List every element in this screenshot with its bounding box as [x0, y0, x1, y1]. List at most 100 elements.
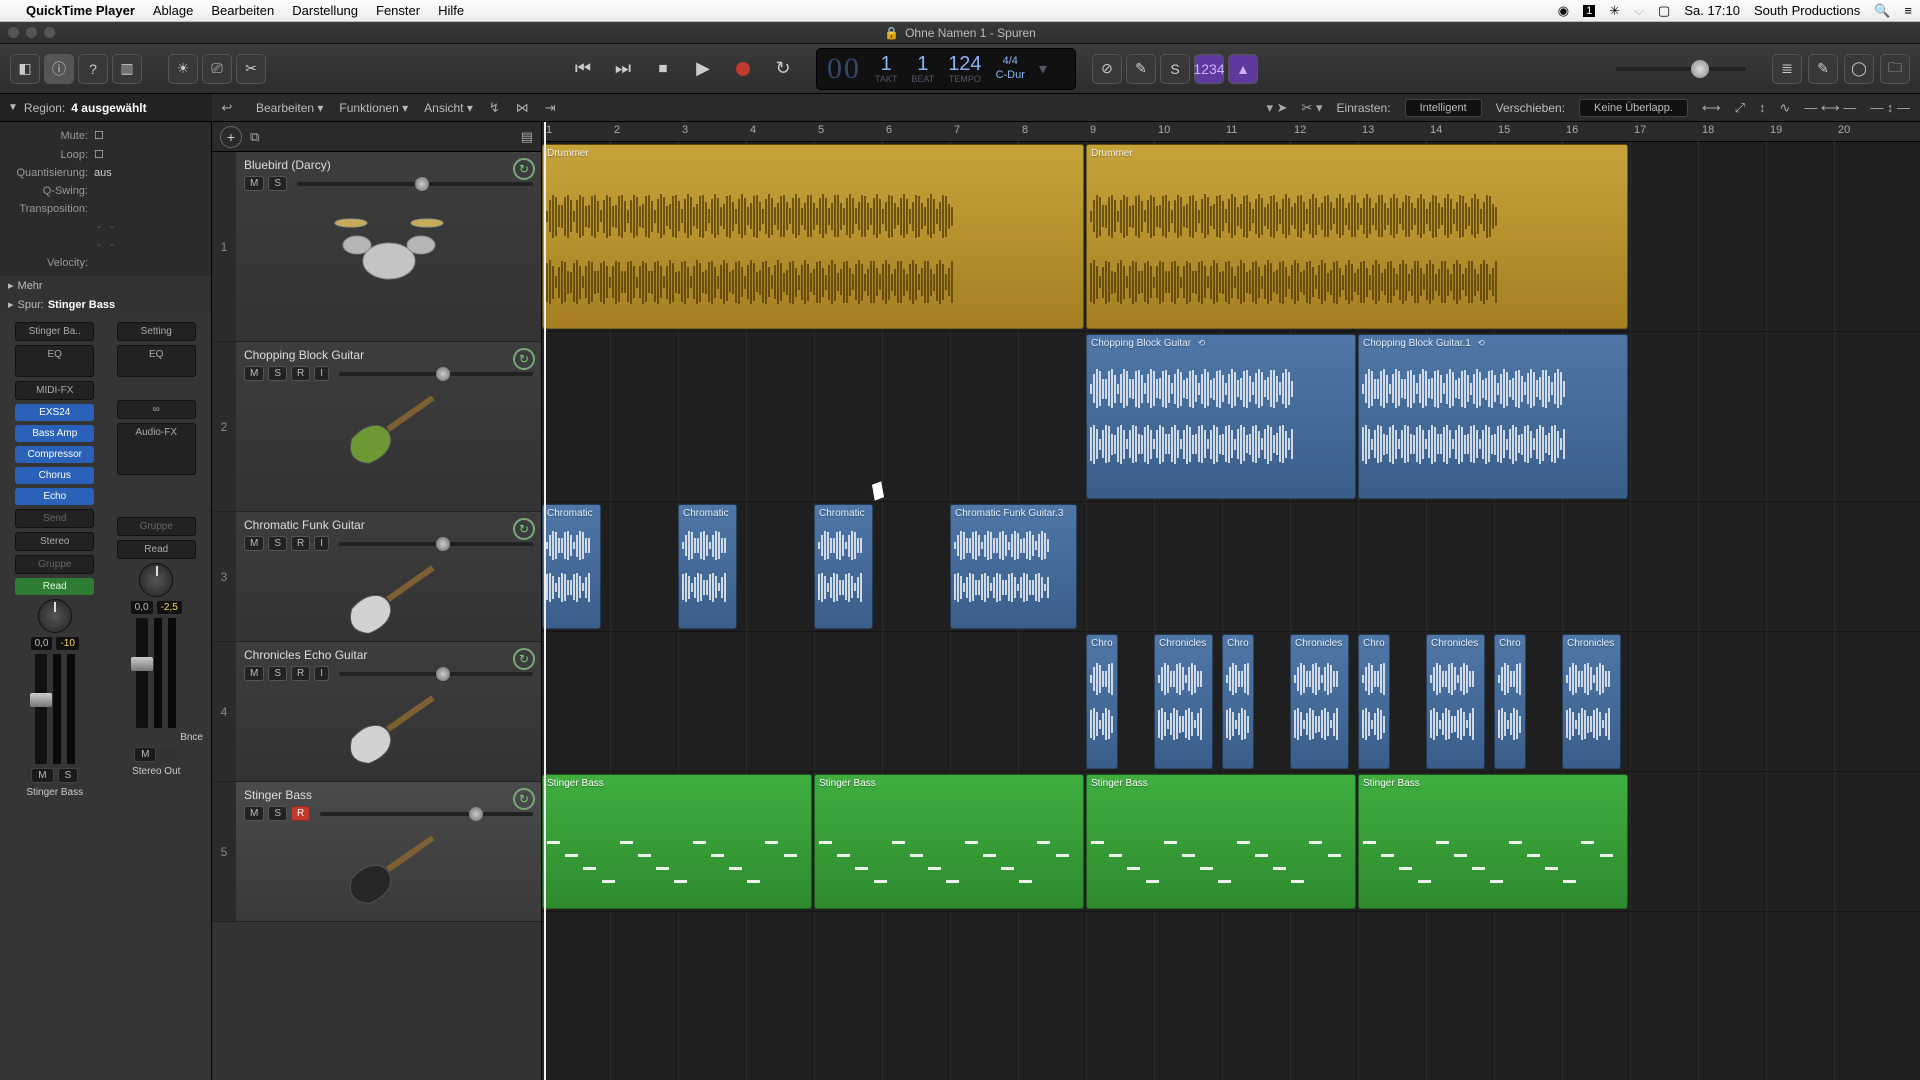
stop-button[interactable]: ⏹ [644, 53, 682, 85]
region[interactable]: Stinger Bass [542, 774, 812, 909]
arrange-lane[interactable]: Chopping Block Guitar ⟲Chopping Block Gu… [542, 332, 1920, 502]
clock[interactable]: Sa. 17:10 [1684, 3, 1740, 18]
tracks-menu-edit[interactable]: Bearbeiten ▾ [256, 101, 323, 115]
app-name[interactable]: QuickTime Player [26, 3, 135, 18]
rewind-button[interactable]: ⏮ [564, 53, 602, 85]
status-box-icon[interactable]: 1 [1583, 5, 1595, 17]
region[interactable]: Stinger Bass [1086, 774, 1356, 909]
strip-link[interactable]: ∞ [117, 400, 196, 419]
global-tracks-icon[interactable]: ▤ [521, 129, 533, 145]
track-i-button[interactable]: I [314, 366, 329, 381]
zoom-fit-icon[interactable]: ⤢ [1735, 100, 1745, 116]
drag-select[interactable]: Keine Überlapp. [1579, 99, 1688, 117]
track-volume-slider[interactable] [320, 812, 533, 816]
zoom-h-icon[interactable]: ⟷ [1702, 100, 1721, 116]
strip-io[interactable]: Stereo [15, 532, 94, 551]
menu-help[interactable]: Hilfe [438, 3, 464, 18]
h-zoom-slider-icon[interactable]: — ⟷ — [1804, 100, 1856, 116]
track-header[interactable]: 2Chopping Block GuitarMSRI↻ [212, 342, 541, 512]
mute-checkbox[interactable]: ☐ [88, 129, 203, 142]
flex-icon[interactable]: ⋈ [516, 100, 529, 116]
region[interactable]: Chromatic [678, 504, 737, 629]
track-s-button[interactable]: S [268, 366, 287, 381]
snap-select[interactable]: Intelligent [1405, 99, 1482, 117]
region[interactable]: Drummer [542, 144, 1084, 329]
track-r-button[interactable]: R [291, 536, 310, 551]
track-name[interactable]: Stinger Bass [244, 788, 533, 802]
strip-group[interactable]: Gruppe [117, 517, 196, 536]
track-s-button[interactable]: S [268, 666, 287, 681]
lcd-display[interactable]: 00 1TAKT 1BEAT 124TEMPO 4/4C-Dur ▾ [816, 48, 1076, 90]
region[interactable]: Chromatic [814, 504, 873, 629]
track-volume-slider[interactable] [339, 672, 533, 676]
spotlight-icon[interactable]: 🔍 [1874, 3, 1890, 19]
strip-fx-3[interactable]: Echo [15, 488, 94, 505]
track-r-button[interactable]: R [291, 806, 310, 821]
arrange-area[interactable]: 1234567891011121314151617181920 DrummerD… [542, 122, 1920, 1080]
region[interactable]: Chronicles [1426, 634, 1485, 769]
region[interactable]: Stinger Bass [1358, 774, 1628, 909]
region[interactable]: Stinger Bass [814, 774, 1084, 909]
strip-send[interactable]: Send [15, 509, 94, 528]
region[interactable]: Chro [1358, 634, 1390, 769]
track-s-button[interactable]: S [268, 536, 287, 551]
volume-fader[interactable] [136, 618, 148, 728]
automation-icon[interactable]: ↯ [489, 100, 500, 116]
track-name[interactable]: Chronicles Echo Guitar [244, 648, 533, 662]
quantize-select[interactable]: aus [88, 167, 203, 179]
inspector-track[interactable]: ▸Spur:Stinger Bass [0, 295, 211, 314]
track-m-button[interactable]: M [244, 806, 264, 821]
pan-knob[interactable] [38, 599, 72, 633]
region-inspector-header[interactable]: ▼ Region: 4 ausgewählt [0, 94, 212, 121]
pointer-tool-icon[interactable]: ▾ ➤ [1266, 100, 1287, 116]
track-i-button[interactable]: I [314, 666, 329, 681]
track-i-button[interactable]: I [314, 536, 329, 551]
menu-view[interactable]: Darstellung [292, 3, 358, 18]
strip-setting[interactable]: Stinger Ba.. [15, 322, 94, 341]
list-editors-button[interactable]: ≣ [1772, 54, 1802, 84]
arrange-lane[interactable]: DrummerDrummer [542, 142, 1920, 332]
master-volume-slider[interactable] [1616, 67, 1746, 71]
airplay-icon[interactable]: ▢ [1658, 3, 1670, 19]
track-s-button[interactable]: S [268, 176, 287, 191]
menu-file[interactable]: Ablage [153, 3, 193, 18]
track-loop-knob[interactable]: ↻ [513, 788, 535, 810]
disclosure-triangle-icon[interactable]: ▼ [8, 102, 18, 113]
track-header[interactable]: 5Stinger BassMSR↻ [212, 782, 541, 922]
notes-button[interactable]: ✎ [1808, 54, 1838, 84]
strip-fx-0[interactable]: Bass Amp [15, 425, 94, 442]
region[interactable]: Chromatic [542, 504, 601, 629]
forward-button[interactable]: ⏭ [604, 53, 642, 85]
track-header[interactable]: 3Chromatic Funk GuitarMSRI↻ [212, 512, 541, 642]
strip-automation[interactable]: Read [117, 540, 196, 559]
zoom-v-icon[interactable]: ↕ [1759, 100, 1766, 115]
region[interactable]: Chronicles [1290, 634, 1349, 769]
track-volume-slider[interactable] [339, 542, 533, 546]
loop-checkbox[interactable]: ☐ [88, 148, 203, 161]
replace-button[interactable]: ⊘ [1092, 54, 1122, 84]
metronome-button[interactable]: ▲ [1228, 54, 1258, 84]
v-zoom-slider-icon[interactable]: — ↕ — [1870, 100, 1910, 115]
back-arrow-icon[interactable]: ↩ [222, 100, 233, 116]
arrange-lane[interactable]: Stinger BassStinger BassStinger BassStin… [542, 772, 1920, 912]
region[interactable]: Chromatic Funk Guitar.3 [950, 504, 1077, 629]
sync-icon[interactable]: ✳ [1609, 3, 1620, 19]
region[interactable]: Chronicles [1154, 634, 1213, 769]
tracks-menu-functions[interactable]: Funktionen ▾ [339, 101, 408, 115]
user-name[interactable]: South Productions [1754, 3, 1860, 18]
region[interactable]: Chro [1494, 634, 1526, 769]
track-volume-slider[interactable] [339, 372, 533, 376]
strip-fx-1[interactable]: Compressor [15, 446, 94, 463]
catch-icon[interactable]: ⇥ [545, 100, 556, 116]
region[interactable]: Drummer [1086, 144, 1628, 329]
mute-button[interactable]: M [31, 768, 53, 783]
editors-button[interactable]: ✂ [236, 54, 266, 84]
play-button[interactable]: ▶ [684, 53, 722, 85]
duplicate-track-icon[interactable]: ⧉ [250, 129, 259, 145]
bounce-label[interactable]: Bnce [180, 732, 203, 743]
autopunch-button[interactable]: ✎ [1126, 54, 1156, 84]
solo-mode-button[interactable]: S [1160, 54, 1190, 84]
strip-setting[interactable]: Setting [117, 322, 196, 341]
track-name[interactable]: Chromatic Funk Guitar [244, 518, 533, 532]
help-button[interactable]: ? [78, 54, 108, 84]
